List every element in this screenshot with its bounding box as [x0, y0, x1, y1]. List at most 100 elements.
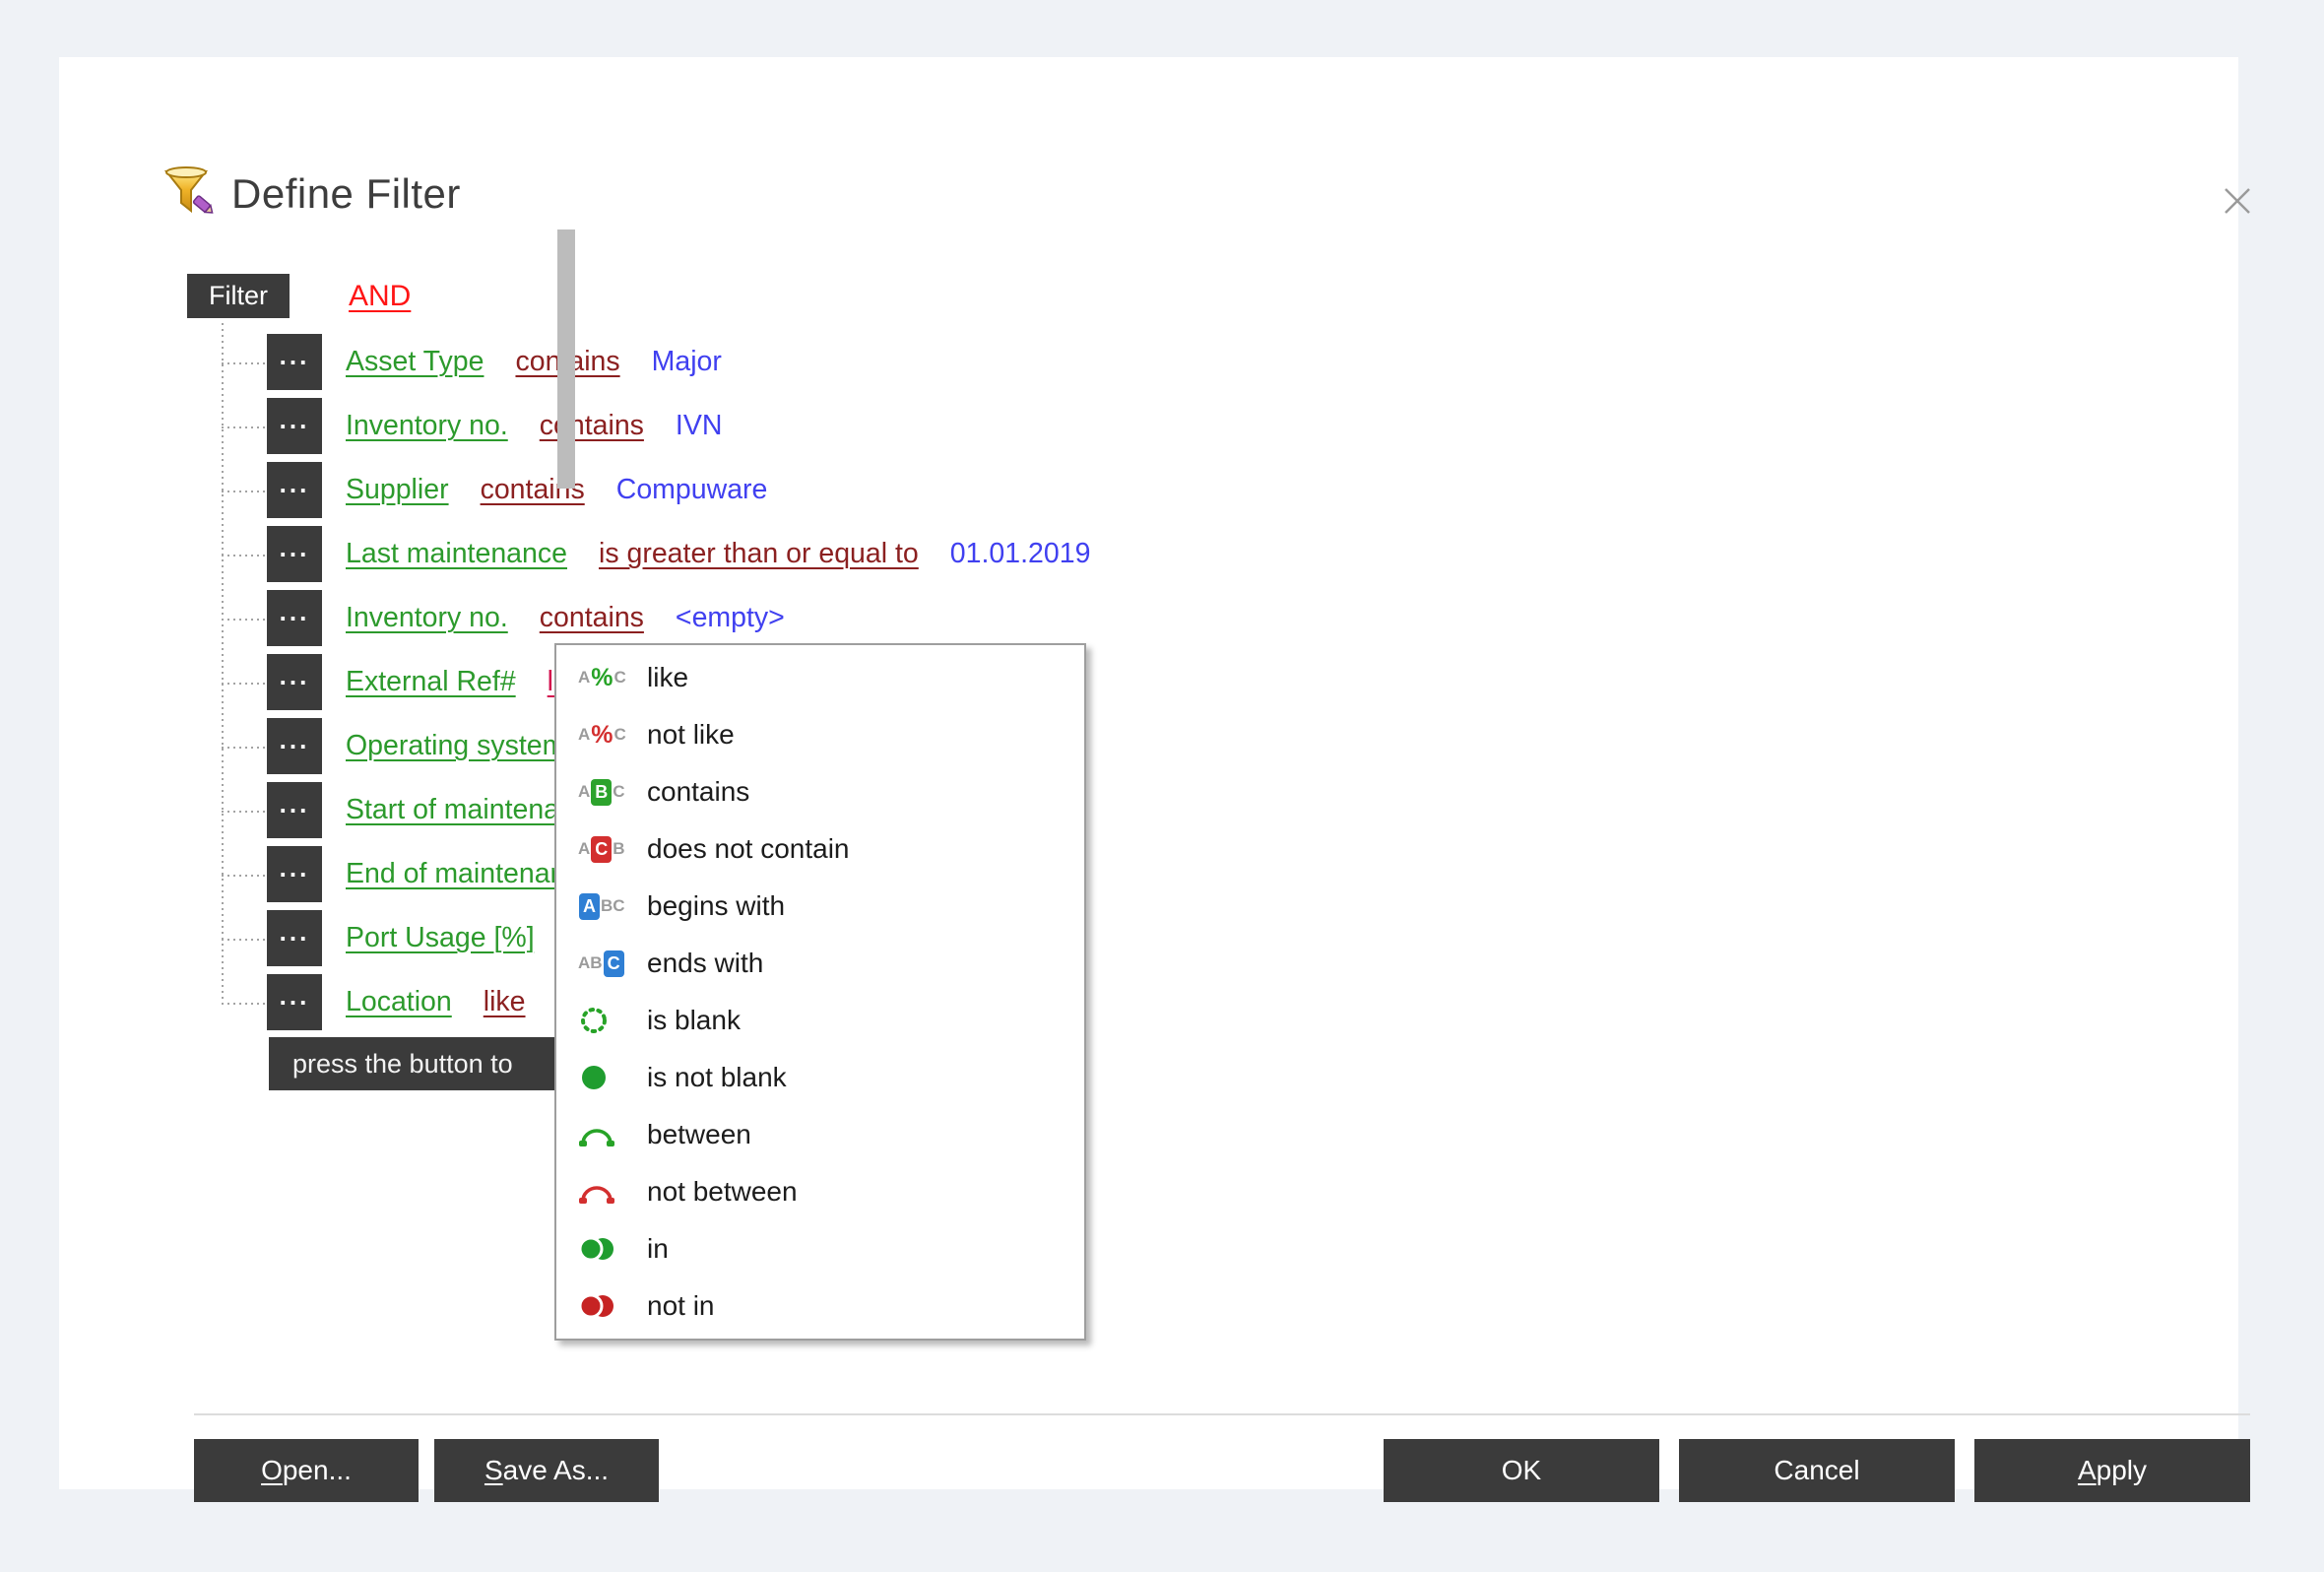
- ok-button[interactable]: OK: [1384, 1439, 1659, 1502]
- operator-menu-item[interactable]: between: [556, 1106, 1084, 1163]
- operator-menu-item[interactable]: ABC contains: [556, 763, 1084, 820]
- tree-branch-line: [222, 683, 267, 685]
- filter-condition-row: ... Inventory no. contains IVN: [267, 398, 722, 454]
- condition-options-button[interactable]: ...: [267, 846, 322, 902]
- condition-value-link[interactable]: Compuware: [616, 474, 768, 506]
- footer-divider: [194, 1413, 2250, 1415]
- condition-field-link[interactable]: Supplier: [346, 474, 449, 506]
- operator-menu-item[interactable]: not in: [556, 1277, 1084, 1335]
- condition-field-link[interactable]: External Ref#: [346, 666, 516, 698]
- tree-branch-line: [222, 619, 267, 621]
- dialog-titlebar: Define Filter: [162, 165, 461, 222]
- operator-menu-item-label: contains: [647, 776, 749, 808]
- operator-menu-item-label: begins with: [647, 890, 785, 922]
- does-not-contain-icon: ACB: [578, 836, 633, 863]
- condition-options-button[interactable]: ...: [267, 590, 322, 646]
- operator-dropdown-menu: A%C like A%C not like ABC contains ACB does not…: [554, 643, 1086, 1341]
- condition-operator-link[interactable]: contains: [540, 602, 644, 634]
- tree-branch-line: [222, 491, 267, 492]
- dropdown-scrollbar-thumb[interactable]: [557, 229, 575, 489]
- condition-field-link[interactable]: Asset Type: [346, 346, 484, 378]
- condition-options-button[interactable]: ...: [267, 782, 322, 838]
- begins-with-icon: ABC: [578, 893, 633, 920]
- condition-options-button[interactable]: ...: [267, 654, 322, 710]
- tree-branch-line: [222, 811, 267, 813]
- is-not-blank-icon: [578, 1062, 633, 1093]
- operator-menu-item-label: not like: [647, 719, 735, 751]
- tree-branch-line: [222, 362, 267, 364]
- condition-operator-link[interactable]: is greater than or equal to: [599, 538, 919, 570]
- tree-branch-line: [222, 875, 267, 877]
- save-as-button[interactable]: Save As...: [434, 1439, 659, 1502]
- filter-condition-row: ... Operating system: [267, 718, 565, 774]
- condition-value-link[interactable]: 01.01.2019: [950, 538, 1091, 570]
- condition-options-button[interactable]: ...: [267, 910, 322, 966]
- in-icon: [578, 1234, 633, 1264]
- condition-field-link[interactable]: Operating system: [346, 730, 565, 762]
- tree-branch-line: [222, 939, 267, 941]
- operator-menu-item[interactable]: A%C not like: [556, 706, 1084, 763]
- operator-menu-item[interactable]: not between: [556, 1163, 1084, 1220]
- condition-operator-link[interactable]: contains: [540, 410, 644, 442]
- operator-menu-item[interactable]: in: [556, 1220, 1084, 1277]
- filter-condition-row: ...Asset TypecontainsMajor: [267, 334, 722, 390]
- operator-menu-item[interactable]: ABC begins with: [556, 878, 1084, 935]
- add-condition-hint: press the button to: [269, 1037, 594, 1090]
- cancel-button[interactable]: Cancel: [1679, 1439, 1955, 1502]
- filter-condition-row: ...End of maintenance: [267, 846, 596, 902]
- open-button[interactable]: Open...: [194, 1439, 419, 1502]
- condition-value-link[interactable]: <empty>: [676, 602, 785, 634]
- ends-with-icon: ABC: [578, 950, 633, 977]
- apply-button[interactable]: Apply: [1974, 1439, 2250, 1502]
- condition-options-button[interactable]: ...: [267, 462, 322, 518]
- tree-branch-line: [222, 555, 267, 557]
- condition-field-link[interactable]: Last maintenance: [346, 538, 567, 570]
- condition-options-button[interactable]: ...: [267, 398, 322, 454]
- like-icon: A%C: [578, 664, 633, 692]
- operator-menu-item[interactable]: is not blank: [556, 1049, 1084, 1106]
- condition-field-link[interactable]: Port Usage [%]: [346, 922, 535, 954]
- condition-options-button[interactable]: ...: [267, 718, 322, 774]
- operator-menu-item[interactable]: ACB does not contain: [556, 820, 1084, 878]
- filter-condition-row: ... Port Usage [%]: [267, 910, 535, 966]
- filter-root-label[interactable]: Filter: [187, 274, 290, 318]
- operator-menu-item-label: is not blank: [647, 1062, 787, 1093]
- not-in-icon: [578, 1291, 633, 1321]
- operator-menu-item-label: not in: [647, 1290, 715, 1322]
- operator-menu-item-label: between: [647, 1119, 751, 1150]
- filter-condition-row: ... Last maintenance is greater than or eq…: [267, 526, 1090, 582]
- condition-options-button[interactable]: ...: [267, 974, 322, 1030]
- filter-condition-row: ... Location like: [267, 974, 526, 1030]
- condition-field-link[interactable]: Location: [346, 986, 452, 1018]
- filter-condition-row: ...External Ref#like: [267, 654, 589, 710]
- is-blank-icon: [578, 1005, 633, 1036]
- operator-menu-item[interactable]: is blank: [556, 992, 1084, 1049]
- condition-field-link[interactable]: Inventory no.: [346, 410, 508, 442]
- operator-menu-item-label: ends with: [647, 948, 763, 979]
- condition-options-button[interactable]: ...: [267, 334, 322, 390]
- operator-menu-item[interactable]: A%C like: [556, 649, 1084, 706]
- tree-branch-line: [222, 747, 267, 749]
- operator-menu-item-label: in: [647, 1233, 669, 1265]
- operator-menu-item-label: not between: [647, 1176, 798, 1208]
- operator-menu-item-label: like: [647, 662, 688, 693]
- operator-menu-item-label: does not contain: [647, 833, 850, 865]
- contains-icon: ABC: [578, 779, 633, 806]
- tree-branch-line: [222, 426, 267, 428]
- define-filter-dialog: Define Filter Filter AND ... Asset Type co…: [59, 57, 2238, 1489]
- filter-condition-row: ...SuppliercontainsCompuware: [267, 462, 767, 518]
- operator-menu-item[interactable]: ABC ends with: [556, 935, 1084, 992]
- condition-options-button[interactable]: ...: [267, 526, 322, 582]
- condition-field-link[interactable]: Inventory no.: [346, 602, 508, 634]
- filter-edit-icon: [162, 165, 214, 222]
- condition-operator-link[interactable]: like: [484, 986, 526, 1018]
- condition-value-link[interactable]: IVN: [676, 410, 723, 442]
- group-operator-link[interactable]: AND: [349, 280, 411, 313]
- not-like-icon: A%C: [578, 721, 633, 750]
- condition-value-link[interactable]: Major: [652, 346, 722, 378]
- close-icon[interactable]: [2214, 177, 2261, 225]
- not-between-icon: [578, 1178, 633, 1206]
- dialog-title: Define Filter: [231, 170, 461, 218]
- operator-menu-item-label: is blank: [647, 1005, 741, 1036]
- between-icon: [578, 1121, 633, 1148]
